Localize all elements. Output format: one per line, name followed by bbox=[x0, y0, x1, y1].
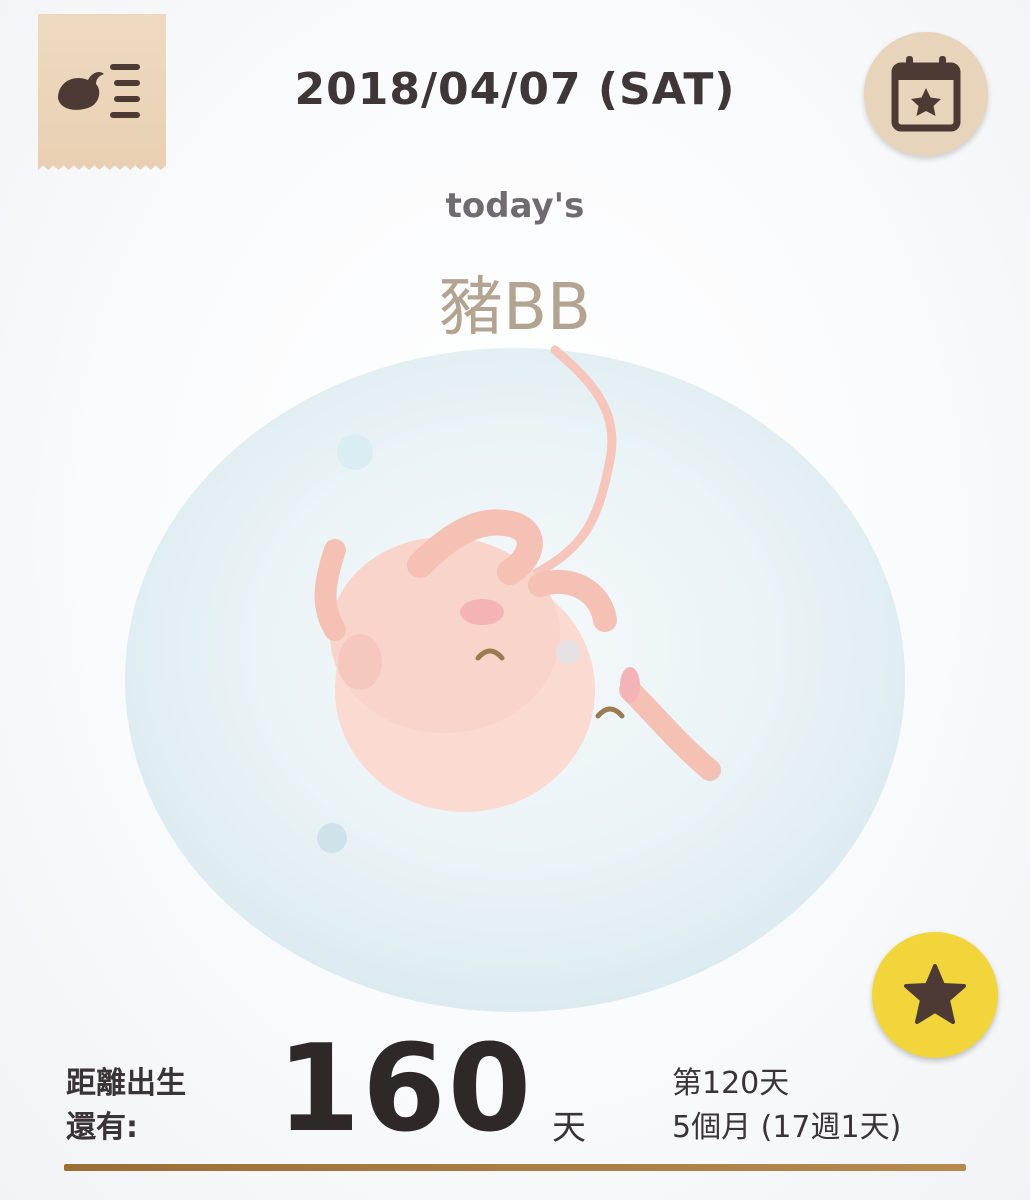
star-icon bbox=[904, 964, 966, 1024]
countdown-label-line2: 還有: bbox=[66, 1110, 138, 1145]
pregnancy-info: 第120天 5個月 (17週1天) bbox=[672, 1062, 1012, 1150]
fetus-in-womb-illustration bbox=[125, 345, 905, 1012]
calendar-button[interactable] bbox=[864, 32, 988, 156]
countdown-label: 距離出生 還有: bbox=[66, 1062, 256, 1150]
bird-list-icon bbox=[58, 64, 140, 118]
calendar-star-icon bbox=[891, 56, 961, 132]
pregnancy-day-text: 第120天 bbox=[672, 1066, 790, 1101]
pregnancy-progress-bar bbox=[64, 1164, 966, 1171]
pregnancy-progress-fill bbox=[64, 1164, 966, 1171]
baby-name: 豬BB bbox=[439, 271, 591, 345]
days-remaining-value: 160 bbox=[276, 1020, 534, 1159]
favorite-star-button[interactable] bbox=[872, 932, 998, 1058]
days-unit: 天 bbox=[552, 1108, 586, 1148]
current-date: 2018/04/07 (SAT) bbox=[294, 64, 736, 115]
pregnancy-duration-text: 5個月 (17週1天) bbox=[672, 1110, 902, 1145]
todays-label: today's bbox=[445, 186, 585, 226]
countdown-label-line1: 距離出生 bbox=[66, 1066, 186, 1101]
menu-button[interactable] bbox=[38, 14, 166, 170]
